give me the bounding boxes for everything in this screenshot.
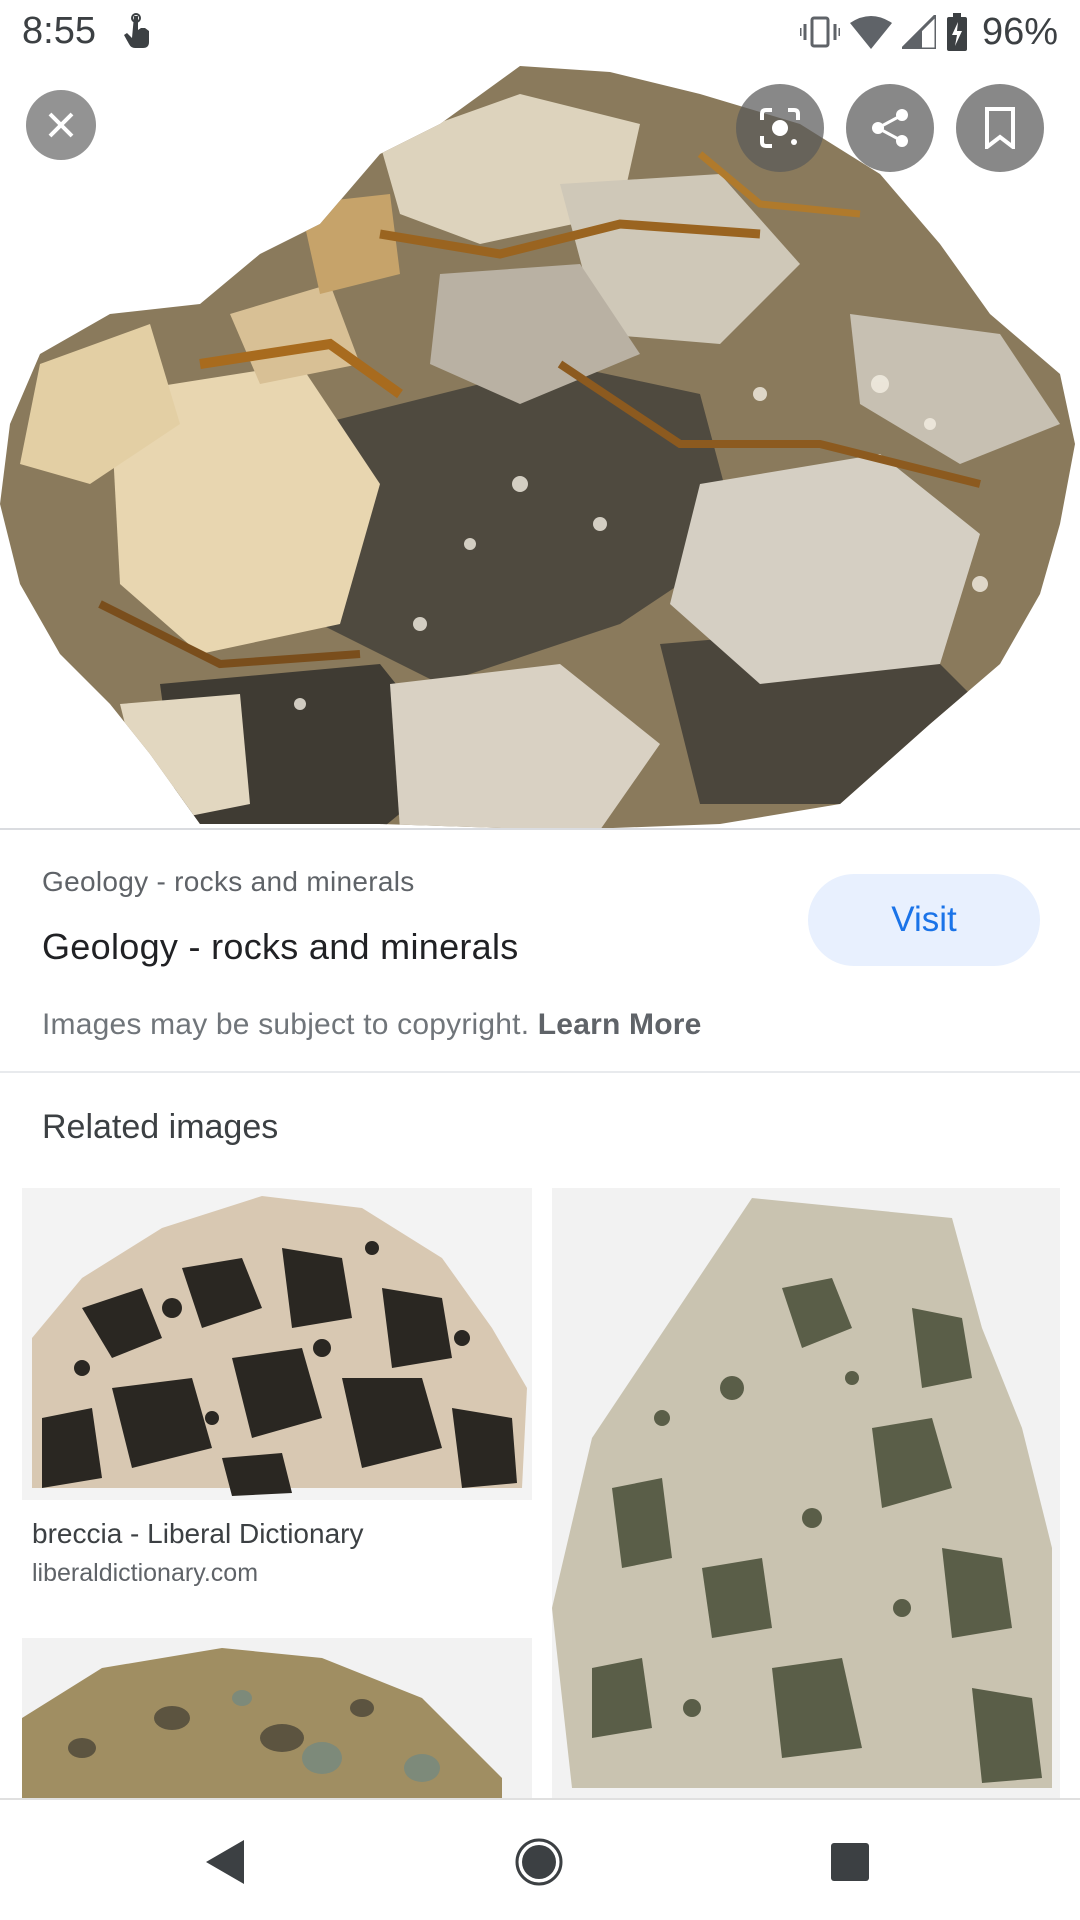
home-icon [515, 1838, 563, 1886]
status-icons: 96% [799, 10, 1058, 54]
back-button[interactable] [194, 1830, 258, 1894]
related-image-tile[interactable] [22, 1638, 532, 1798]
status-time: 8:55 [22, 10, 96, 52]
related-image-breccia-dark [22, 1188, 532, 1500]
related-image-conglomerate [22, 1638, 532, 1798]
recents-icon [831, 1843, 869, 1881]
related-image-tile[interactable] [22, 1188, 532, 1500]
related-item-title[interactable]: breccia - Liberal Dictionary [32, 1518, 363, 1550]
page-title[interactable]: Geology - rocks and minerals [42, 926, 519, 968]
system-nav-bar [0, 1798, 1080, 1920]
battery-icon [946, 13, 968, 51]
visit-button[interactable]: Visit [808, 874, 1040, 966]
lens-button[interactable] [736, 84, 824, 172]
related-item-domain: liberaldictionary.com [32, 1559, 259, 1587]
back-icon [206, 1840, 244, 1884]
source-name[interactable]: Geology - rocks and minerals [42, 866, 415, 898]
copyright-text: Images may be subject to copyright. [42, 1008, 530, 1041]
bookmark-icon [985, 107, 1015, 149]
wifi-icon [849, 15, 892, 49]
related-image-tile[interactable] [552, 1188, 1060, 1798]
share-icon [872, 109, 908, 147]
main-image[interactable] [0, 64, 1080, 830]
related-images-heading: Related images [42, 1108, 279, 1146]
home-button[interactable] [507, 1830, 571, 1894]
close-icon [48, 112, 74, 138]
signal-icon [901, 15, 936, 49]
image-viewer-screen: 8:55 96% Geology - rocks and minerals Ge… [0, 0, 1080, 1920]
lens-icon [760, 108, 800, 148]
battery-percent: 96% [981, 10, 1058, 53]
related-image-breccia-grey [552, 1188, 1060, 1798]
bookmark-button[interactable] [956, 84, 1044, 172]
divider [0, 1071, 1080, 1073]
vibrate-icon [799, 16, 840, 48]
rock-photo [0, 66, 1075, 830]
copyright-notice: Images may be subject to copyright. Lear… [42, 1008, 702, 1042]
result-info: Geology - rocks and minerals Geology - r… [0, 830, 1080, 1072]
close-button[interactable] [26, 90, 96, 160]
recents-button[interactable] [818, 1830, 882, 1894]
touch-icon [122, 12, 158, 52]
learn-more-link[interactable]: Learn More [538, 1008, 702, 1041]
status-bar: 8:55 96% [0, 0, 1080, 64]
share-button[interactable] [846, 84, 934, 172]
